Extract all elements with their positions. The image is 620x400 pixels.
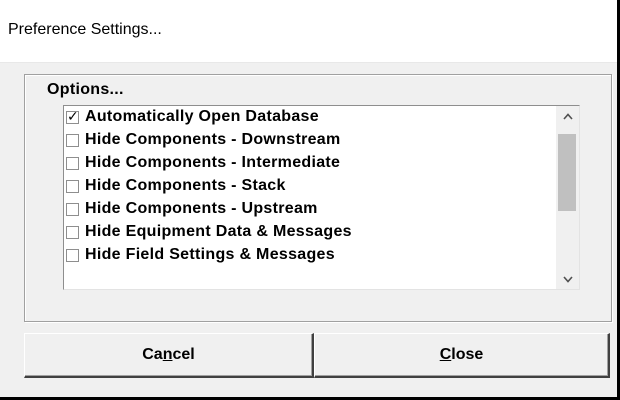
vertical-scrollbar[interactable]	[556, 106, 579, 289]
cancel-label-suffix: cel	[172, 346, 195, 363]
chevron-up-icon	[562, 112, 573, 120]
checkbox-hide-components-intermediate[interactable]	[66, 157, 79, 170]
cancel-label-prefix: Ca	[142, 346, 163, 363]
list-item-hide-equipment-data[interactable]: Hide Equipment Data & Messages	[64, 222, 554, 244]
title-bar[interactable]: Preference Settings...	[0, 0, 617, 63]
list-item-label: Hide Components - Stack	[85, 177, 286, 194]
checkbox-hide-components-downstream[interactable]	[66, 134, 79, 147]
button-bar: Ca n cel Close	[24, 333, 610, 378]
list-item-label: Hide Components - Upstream	[85, 200, 318, 217]
checkmark-icon: ✓	[67, 109, 79, 125]
checkbox-hide-field-settings[interactable]	[66, 249, 79, 262]
list-item-automatically-open-database[interactable]: ✓ Automatically Open Database	[64, 107, 554, 129]
close-label-suffix: lose	[451, 346, 484, 363]
options-group: Options... ✓ Automatically Open Database…	[24, 74, 612, 322]
preference-settings-dialog: Preference Settings... Options... ✓ Auto…	[0, 0, 620, 400]
list-item-hide-components-intermediate[interactable]: Hide Components - Intermediate	[64, 153, 554, 175]
close-label-mnemonic: C	[439, 346, 452, 363]
scrollbar-thumb[interactable]	[558, 134, 576, 211]
list-item-hide-components-downstream[interactable]: Hide Components - Downstream	[64, 130, 554, 152]
checkbox-hide-components-stack[interactable]	[66, 180, 79, 193]
list-item-label: Automatically Open Database	[85, 108, 319, 125]
scroll-down-arrow-icon[interactable]	[556, 269, 579, 289]
list-item-label: Hide Field Settings & Messages	[85, 246, 335, 263]
cancel-label-mnemonic: n	[162, 346, 173, 363]
options-list: ✓ Automatically Open Database Hide Compo…	[64, 106, 554, 289]
list-item-label: Hide Components - Intermediate	[85, 154, 341, 171]
checkbox-hide-components-upstream[interactable]	[66, 203, 79, 216]
scroll-up-arrow-icon[interactable]	[556, 106, 579, 126]
list-item-label: Hide Equipment Data & Messages	[85, 223, 352, 240]
list-item-hide-components-stack[interactable]: Hide Components - Stack	[64, 176, 554, 198]
window-title: Preference Settings...	[8, 21, 162, 38]
list-item-hide-components-upstream[interactable]: Hide Components - Upstream	[64, 199, 554, 221]
list-item-label: Hide Components - Downstream	[85, 131, 341, 148]
options-listbox[interactable]: ✓ Automatically Open Database Hide Compo…	[63, 105, 580, 290]
checkbox-automatically-open-database[interactable]: ✓	[66, 109, 79, 125]
chevron-down-icon	[562, 275, 573, 283]
checkbox-hide-equipment-data[interactable]	[66, 226, 79, 239]
list-item-hide-field-settings[interactable]: Hide Field Settings & Messages	[64, 245, 554, 267]
close-button[interactable]: Close	[314, 333, 610, 378]
options-group-label: Options...	[47, 81, 124, 98]
cancel-button[interactable]: Ca n cel	[24, 333, 314, 378]
